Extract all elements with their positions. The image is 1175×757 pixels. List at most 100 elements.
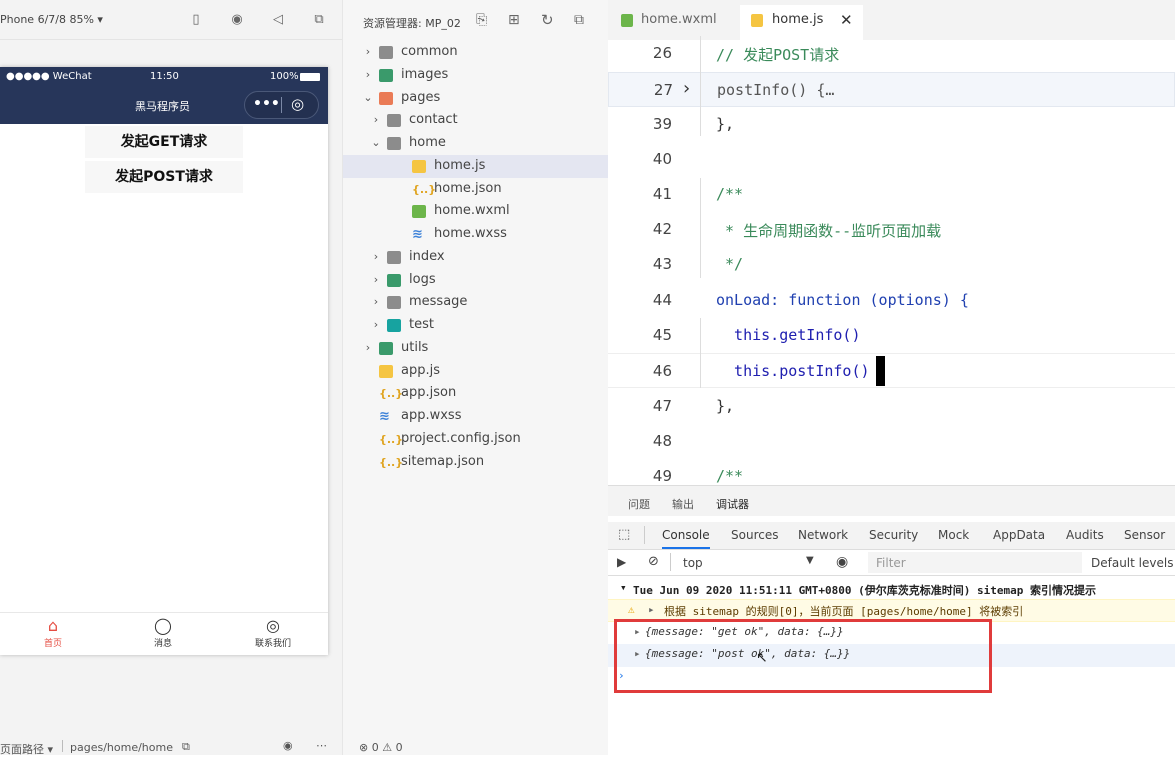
close-icon[interactable]: ✕ [840,5,853,35]
volume-icon[interactable]: ◁ [270,12,286,28]
phone-icon: ◎ [266,616,280,635]
js-file-icon [379,364,393,378]
tab-home[interactable]: ⌂ 首页 [8,616,98,649]
folder-item[interactable]: › index [343,246,609,269]
file-item[interactable]: app.js [343,360,609,383]
chevron-right-icon[interactable]: › [363,45,373,58]
clear-icon[interactable]: ⊘ [648,554,659,569]
folder-icon [379,68,393,82]
file-item[interactable]: home.js [343,154,609,178]
line-number: 44 [652,291,672,309]
folder-item[interactable]: › message [343,291,609,314]
file-item[interactable]: {..} sitemap.json [343,451,609,474]
code-text: /** [716,185,744,203]
file-item[interactable]: {..} home.json [343,178,609,201]
code-text: onLoad: function (options) { [716,291,969,309]
wxss-file-icon: ≋ [379,409,390,424]
folder-item[interactable]: › logs [343,269,609,292]
line-number: 26 [652,44,672,62]
eye-icon[interactable]: ◉ [283,739,293,752]
home-icon: ⌂ [47,616,59,635]
device-select[interactable]: Phone 6/7/8 85% ▾ [0,13,103,26]
problems-count[interactable]: ⊗ 0 ⚠ 0 [359,741,403,754]
file-item[interactable]: ≋ home.wxss [343,223,609,246]
line-number: 46 [652,362,672,380]
tab-home-wxml[interactable]: home.wxml [608,5,736,40]
context-select[interactable]: top [683,556,703,570]
filter-placeholder: Filter [876,556,906,570]
chevron-right-icon[interactable]: › [363,68,373,81]
phone-icon[interactable]: ▯ [188,12,204,28]
folder-item[interactable]: › utils [343,337,609,360]
more-icon[interactable]: ••• [253,96,280,112]
chevron-right-icon[interactable]: › [371,295,381,308]
tab-home-js[interactable]: home.js ✕ [740,5,863,40]
chevron-right-icon[interactable]: › [371,250,381,263]
folder-item[interactable]: › common [343,41,609,64]
refresh-icon[interactable]: ↻ [541,11,554,29]
chevron-down-icon[interactable]: ⌄ [363,91,373,104]
tree-item-label: pages [401,89,441,105]
tree-item-label: contact [409,112,458,128]
code-line-folded: 27 › postInfo() {… [608,72,1175,107]
close-mini-icon[interactable]: ◎ [291,95,304,113]
folder-item[interactable]: ⌄ home [343,132,609,155]
tab-appdata[interactable]: AppData [993,528,1045,542]
folder-item[interactable]: › images [343,64,609,87]
folder-icon [387,114,401,128]
message-icon: ◯ [154,616,172,635]
copy-icon[interactable]: ⧉ [182,740,190,754]
tab-output[interactable]: 输出 [672,496,694,512]
chevron-down-icon[interactable]: ⌄ [371,136,381,149]
code-line: 45 this.getInfo() [608,318,1175,353]
get-request-button[interactable]: 发起GET请求 [85,126,243,158]
record-icon[interactable]: ◉ [229,12,245,28]
chevron-right-icon[interactable]: › [371,273,381,286]
file-item[interactable]: ≋ app.wxss [343,405,609,428]
filter-input[interactable]: Filter [868,552,1082,573]
folder-item[interactable]: ⌄ pages [343,87,609,110]
chevron-down-icon[interactable]: ▼ [806,555,814,566]
chevron-right-icon[interactable]: › [371,113,381,126]
inspect-icon[interactable]: ⬚ [618,527,630,542]
file-item[interactable]: {..} app.json [343,382,609,405]
tab-network[interactable]: Network [798,528,848,542]
tab-contact[interactable]: ◎ 联系我们 [228,616,318,649]
folder-icon [387,319,401,332]
chevron-right-icon[interactable]: › [363,341,373,354]
expand-icon[interactable]: ▸ [648,603,655,616]
new-file-icon[interactable]: ⎘ [476,12,487,28]
tab-problems[interactable]: 问题 [628,496,650,512]
file-item[interactable]: home.wxml [343,200,609,223]
folder-item[interactable]: › test [343,314,609,337]
sidebar-toggle-icon[interactable]: ▶ [617,555,626,569]
window-icon[interactable]: ⧉ [311,12,327,28]
chevron-right-icon[interactable]: › [371,318,381,331]
fold-chevron-icon[interactable]: › [681,78,692,99]
tab-mock[interactable]: Mock [938,528,969,542]
tab-sources[interactable]: Sources [731,528,778,542]
eye-icon[interactable]: ◉ [836,554,848,570]
battery-icon [300,73,320,81]
code-line: 26 // 发起POST请求 [608,36,1175,71]
folder-icon [387,137,401,150]
collapse-icon[interactable]: ⧉ [574,12,584,28]
more-icon[interactable]: ⋯ [316,739,327,752]
tab-debugger[interactable]: 调试器 [716,496,749,512]
phone-screen: ●●●●● WeChat 11:50 100% 黑马程序员 ••• ◎ 发起GE… [0,67,328,655]
tab-sensor[interactable]: Sensor [1124,528,1165,542]
js-file-icon [412,159,426,173]
tree-item-label: logs [409,271,436,287]
tab-console[interactable]: Console [662,528,710,549]
code-line-current: 46 this.postInfo() [608,353,1175,388]
line-number: 49 [652,467,672,485]
log-levels-select[interactable]: Default levels ▾ [1091,556,1175,570]
tab-audits[interactable]: Audits [1066,528,1104,542]
new-folder-icon[interactable]: ⊞ [508,12,520,28]
expand-icon[interactable]: ▾ [620,581,627,594]
tab-security[interactable]: Security [869,528,918,542]
folder-item[interactable]: › contact [343,109,609,132]
post-request-button[interactable]: 发起POST请求 [85,161,243,193]
tab-message[interactable]: ◯ 消息 [118,616,208,649]
file-item[interactable]: {..} project.config.json [343,428,609,451]
